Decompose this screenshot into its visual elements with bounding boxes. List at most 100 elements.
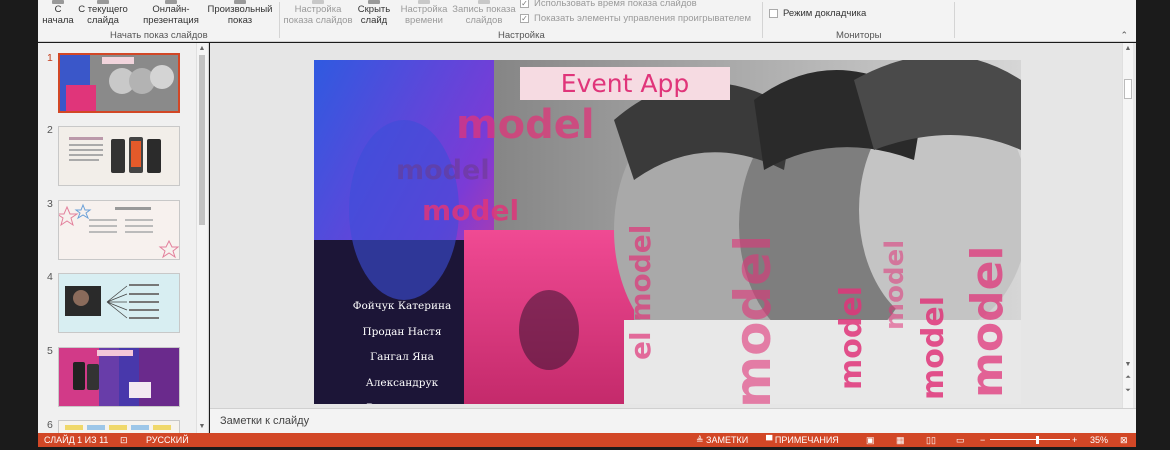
checkmark-icon: ✓	[520, 0, 529, 8]
scroll-thumb[interactable]	[199, 55, 205, 225]
model-word-1: model	[456, 102, 595, 148]
group-setup-label: Настройка	[498, 30, 545, 41]
slide-thumbnails-pane: 1 2 3 4 5 6 ▲ ▼	[38, 43, 209, 433]
zoom-slider[interactable]	[990, 439, 1070, 440]
scroll-down-icon[interactable]: ▼	[1124, 361, 1132, 368]
scroll-up-icon[interactable]: ▲	[198, 45, 206, 52]
slide-thumbnail-5[interactable]	[58, 347, 180, 407]
vertical-model-6: model	[962, 245, 1013, 399]
checkbox-empty-icon	[769, 9, 778, 18]
author-name-4: Александрук Володислава	[365, 376, 439, 405]
checkmark-icon: ✓	[520, 14, 529, 23]
scroll-up-icon[interactable]: ▲	[1124, 45, 1132, 52]
slide-2-preview	[59, 127, 179, 185]
ribbon: С начала С текущего слайда Онлайн- презе…	[38, 0, 1136, 42]
slide-thumbnail-3[interactable]	[58, 200, 180, 260]
use-timings-checkbox[interactable]: ✓ Использовать время показа слайдов	[520, 0, 697, 9]
thumbnails-scrollbar[interactable]: ▲ ▼	[196, 43, 207, 433]
group-separator	[279, 2, 280, 38]
notes-icon: ≜	[696, 435, 707, 445]
vertical-model-5: model	[916, 296, 951, 400]
thumb-number-2: 2	[47, 124, 53, 136]
slide-sorter-icon[interactable]: ▦	[896, 435, 905, 446]
custom-show-label: Произвольный показ	[207, 4, 273, 26]
rehearse-label: Настройка времени	[400, 4, 448, 26]
comments-icon: ▀	[766, 435, 775, 445]
hide-slide-label: Скрыть слайд	[357, 4, 391, 26]
zoom-in-icon[interactable]: +	[1072, 435, 1077, 445]
slide-title-box[interactable]: Event App	[520, 67, 730, 100]
previous-slide-icon[interactable]: ⏶	[1124, 374, 1132, 382]
group-separator	[954, 2, 955, 38]
from-current-slide-button[interactable]: С текущего слайда	[76, 0, 130, 26]
slide-counter: СЛАЙД 1 ИЗ 11	[44, 435, 109, 445]
slide-title: Event App	[560, 69, 690, 98]
status-bar: СЛАЙД 1 ИЗ 11 ⊡ РУССКИЙ ≜ ЗАМЕТКИ ▀ ПРИМ…	[38, 433, 1136, 447]
group-start-label: Начать показ слайдов	[110, 30, 208, 41]
notes-toggle-label: ЗАМЕТКИ	[706, 435, 749, 445]
from-start-button[interactable]: С начала	[42, 0, 74, 26]
group-monitors-label: Мониторы	[836, 30, 882, 41]
presenter-view-checkbox[interactable]: Режим докладчика	[769, 8, 866, 19]
model-word-2: model	[396, 155, 490, 186]
slide-scrollbar[interactable]: ▲ ▼ ⏶ ⏷	[1122, 43, 1133, 408]
vertical-model-4: model	[880, 239, 910, 330]
use-timings-label: Использовать время показа слайдов	[534, 0, 697, 9]
zoom-slider-knob[interactable]	[1036, 436, 1039, 444]
slide-thumbnail-1[interactable]	[58, 53, 180, 113]
thumb-number-6: 6	[47, 419, 53, 431]
show-controls-checkbox[interactable]: ✓ Показать элементы управления проигрыва…	[520, 13, 751, 24]
show-controls-label: Показать элементы управления проигрывате…	[534, 13, 752, 24]
thumb-number-1: 1	[47, 52, 53, 64]
slide-canvas[interactable]: Event App model model model Фойчук Катер…	[314, 60, 1021, 404]
fit-to-window-icon[interactable]: ⊠	[1120, 435, 1128, 446]
notes-toggle[interactable]: ≜ ЗАМЕТКИ	[696, 435, 748, 446]
zoom-level[interactable]: 35%	[1090, 435, 1108, 445]
vertical-model-1: el model	[624, 224, 657, 360]
next-slide-icon[interactable]: ⏷	[1124, 387, 1132, 395]
slide-6-preview	[59, 421, 179, 433]
from-start-label: С начала	[42, 4, 74, 26]
slide-thumbnail-4[interactable]	[58, 273, 180, 333]
notes-placeholder[interactable]: Заметки к слайду	[220, 415, 309, 427]
record-label: Запись показа слайдов	[452, 4, 516, 26]
collapse-ribbon-icon[interactable]: ⌃	[1120, 30, 1128, 41]
slide-editor: Event App model model model Фойчук Катер…	[210, 43, 1136, 408]
normal-view-icon[interactable]: ▣	[866, 435, 875, 446]
setup-show-label: Настройка показа слайдов	[283, 4, 353, 26]
zoom-out-icon[interactable]: −	[980, 435, 985, 445]
scroll-down-icon[interactable]: ▼	[198, 423, 206, 430]
thumb-number-5: 5	[47, 345, 53, 357]
comments-toggle-label: ПРИМЕЧАНИЯ	[774, 435, 839, 445]
language-indicator[interactable]: РУССКИЙ	[146, 435, 189, 445]
slide-thumbnail-6[interactable]	[58, 420, 180, 433]
slide-4-preview	[59, 274, 179, 332]
from-current-label: С текущего слайда	[78, 4, 128, 26]
notes-pane[interactable]: Заметки к слайду	[210, 408, 1136, 433]
slide-thumbnail-2[interactable]	[58, 126, 180, 186]
online-presentation-button[interactable]: Онлайн- презентация	[136, 0, 206, 26]
presenter-view-label: Режим докладчика	[783, 8, 867, 19]
author-name-3: Гангал Яна	[370, 351, 434, 363]
spellcheck-icon[interactable]: ⊡	[120, 435, 128, 446]
author-names: Фойчук Катерина Продан Настя Гангал Яна …	[332, 294, 472, 404]
record-show-button[interactable]: Запись показа слайдов	[450, 0, 518, 26]
slide-1-preview	[60, 55, 178, 111]
author-name-2: Продан Настя	[362, 325, 442, 338]
custom-show-button[interactable]: Произвольный показ	[204, 0, 276, 26]
rehearse-timings-button[interactable]: Настройка времени	[398, 0, 450, 26]
reading-view-icon[interactable]: ▯▯	[926, 435, 936, 446]
slide-5-preview	[59, 348, 179, 406]
online-label: Онлайн- презентация	[143, 4, 199, 26]
author-name-1: Фойчук Катерина	[352, 300, 452, 312]
group-separator	[762, 2, 763, 38]
vertical-model-3: model	[834, 286, 869, 390]
hide-slide-button[interactable]: Скрыть слайд	[354, 0, 394, 26]
vertical-model-2: model	[724, 234, 782, 404]
setup-show-button[interactable]: Настройка показа слайдов	[282, 0, 354, 26]
slideshow-view-icon[interactable]: ▭	[956, 435, 965, 446]
thumb-number-3: 3	[47, 198, 53, 210]
slide-3-preview	[59, 201, 179, 259]
scroll-thumb[interactable]	[1124, 79, 1132, 99]
comments-toggle[interactable]: ▀ ПРИМЕЧАНИЯ	[766, 435, 839, 445]
